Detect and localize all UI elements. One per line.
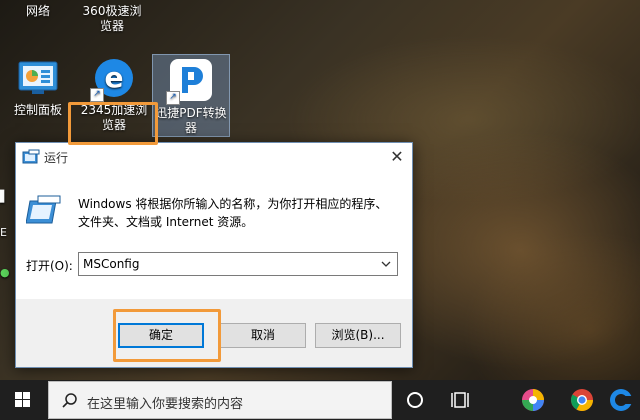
taskbar-search-box[interactable]: 在这里输入你要搜索的内容 [48,381,392,419]
taskbar-app-blue[interactable] [602,380,640,420]
task-view-button[interactable] [442,380,480,420]
dialog-description: Windows 将根据你所输入的名称，为你打开相应的程序、文件夹、文档或 Int… [78,197,388,229]
pdf-converter-icon: ↗ [166,57,214,105]
partial-desktop-item: ● [0,266,10,279]
ie-browser-icon: e ↗ [90,56,136,102]
search-placeholder: 在这里输入你要搜索的内容 [87,397,244,412]
browse-button[interactable]: 浏览(B)... [315,323,401,348]
run-icon [22,149,40,169]
dialog-title: 运行 [44,151,69,165]
chrome-icon [563,389,601,420]
control-panel-icon [16,56,60,100]
chevron-down-icon[interactable] [377,255,395,273]
dialog-titlebar[interactable]: 运行 ✕ [16,143,412,171]
task-view-icon [442,392,480,420]
shortcut-arrow-icon: ↗ [166,91,180,105]
close-button[interactable]: ✕ [382,143,412,171]
desktop-icon-label: 360极速浏览器 [82,4,142,33]
taskbar: 在这里输入你要搜索的内容 [0,380,640,420]
colorful-app-icon [514,389,552,420]
desktop-icon-control-panel[interactable]: 控制面板 [0,56,76,118]
cortana-icon [396,392,434,420]
blue-app-icon [602,389,640,420]
desktop-icon-label: 2345加速浏览器 [80,103,148,132]
taskbar-app-chrome[interactable] [563,380,601,420]
svg-text:e: e [105,61,124,94]
cancel-button[interactable]: 取消 [220,323,306,348]
partial-desktop-item: ▌ [0,190,9,203]
windows-start-icon [0,392,46,420]
desktop-icon-360-browser[interactable]: 360极速浏览器 [72,0,152,34]
taskbar-app-colorful[interactable] [514,380,552,420]
open-input[interactable] [83,254,363,273]
close-icon: ✕ [390,147,404,166]
desktop-icon-pdf-converter[interactable]: ↗ 迅捷PDF转换器 [152,54,230,137]
desktop-icon-network[interactable]: 网络 [0,0,76,19]
desktop-icon-label: 迅捷PDF转换器 [155,106,227,135]
partial-desktop-item: E [0,226,7,239]
shortcut-arrow-icon: ↗ [90,88,104,102]
open-combobox[interactable] [78,252,398,276]
desktop-icon-2345-browser[interactable]: e ↗ 2345加速浏览器 [76,56,152,133]
desktop-icon-label: 网络 [25,4,50,18]
search-icon [61,392,79,414]
open-label: 打开(O): [26,259,73,273]
run-program-icon [25,195,62,229]
ok-button[interactable]: 确定 [118,323,204,348]
start-button[interactable] [0,380,46,420]
run-dialog: 运行 ✕ Windows 将根据你所输入的名称，为你打开相应的程序、文件夹、文档… [15,142,413,368]
cortana-button[interactable] [396,380,434,420]
dialog-body: Windows 将根据你所输入的名称，为你打开相应的程序、文件夹、文档或 Int… [16,171,412,299]
desktop-icon-label: 控制面板 [13,103,62,117]
